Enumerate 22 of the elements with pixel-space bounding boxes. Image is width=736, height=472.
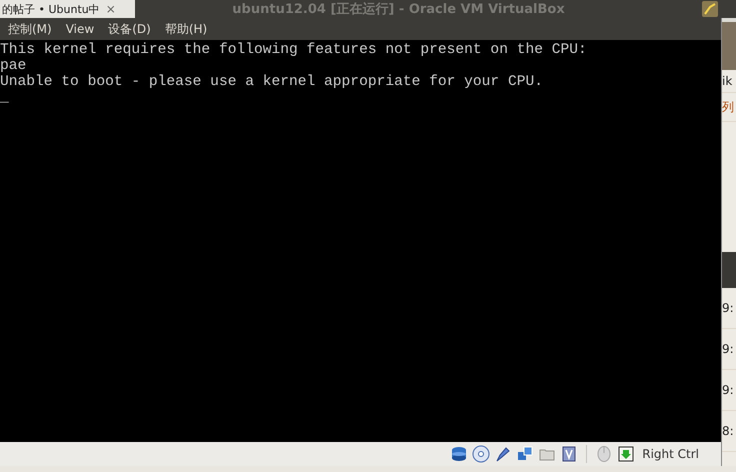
console-line: pae [0,58,26,74]
app-icon [702,1,718,17]
console-line: Unable to boot - please use a kernel appropriate for your CPU. [0,74,543,90]
background-text: 8: [722,411,736,452]
console-cursor: _ [0,90,9,106]
background-text: 9: [722,370,736,411]
background-text: ik [722,70,736,93]
console-line: This kernel requires the following features not present on the CPU: [0,42,587,58]
hard-disk-icon[interactable] [450,445,468,463]
background-text: 9: [722,288,736,329]
browser-tab[interactable]: 的帖子 • Ubuntu中 × [0,0,135,18]
menu-item[interactable]: 设备(D) [108,20,151,38]
menu-item[interactable]: View [66,22,94,36]
tab-close-button[interactable]: × [106,2,116,16]
window-title: ubuntu12.04 [正在运行] - Oracle VM VirtualBox [231,1,566,18]
background-text: 9: [722,329,736,370]
host-key-label: Right Ctrl [642,447,699,461]
optical-disc-icon[interactable] [472,445,490,463]
menu-item[interactable]: 帮助(H) [164,20,208,38]
virtualization-icon[interactable] [560,445,578,463]
network-icon[interactable] [516,445,534,463]
menu-item[interactable]: 控制(M) [8,20,52,38]
